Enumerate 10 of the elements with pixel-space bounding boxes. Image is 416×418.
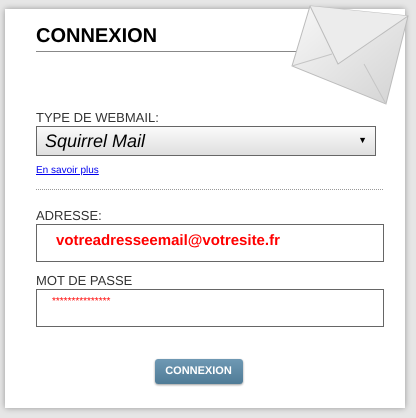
caret-icon: ▼ — [358, 134, 367, 148]
learn-more-link[interactable]: En savoir plus — [36, 165, 99, 177]
webmail-type-label: TYPE DE WEBMAIL: — [36, 110, 160, 125]
address-label: ADRESSE: — [36, 208, 103, 223]
address-field[interactable]: votreadresseemail@votresite.fr — [36, 224, 384, 262]
login-button[interactable]: CONNEXION — [154, 359, 242, 384]
password-label: MOT DE PASSE — [36, 273, 134, 288]
password-field[interactable]: *************** — [36, 289, 384, 327]
login-title: CONNEXION — [36, 24, 158, 49]
webmail-select[interactable]: Squirrel Mail ▼ — [36, 126, 376, 156]
